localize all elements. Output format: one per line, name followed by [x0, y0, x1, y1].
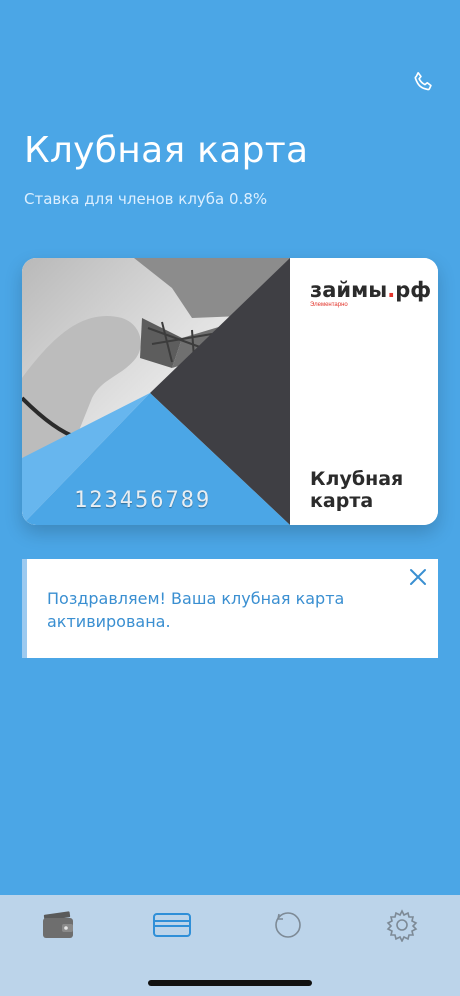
- tab-settings[interactable]: [380, 905, 424, 945]
- brand-tagline: Элементарно: [310, 302, 348, 308]
- tab-card[interactable]: [150, 905, 194, 945]
- call-button[interactable]: [408, 66, 440, 98]
- close-icon: [410, 569, 426, 585]
- phone-icon: [414, 71, 432, 91]
- history-icon: [275, 912, 301, 938]
- tab-wallet[interactable]: [36, 905, 80, 945]
- card-icon: [153, 913, 191, 937]
- gear-icon: [386, 909, 418, 942]
- club-rate-text: Ставка для членов клуба 0.8%: [24, 190, 268, 208]
- notice-text: Поздравляем! Ваша клубная карта активиро…: [47, 589, 345, 631]
- close-button[interactable]: [408, 567, 428, 587]
- page-title: Клубная карта: [24, 130, 309, 171]
- home-indicator[interactable]: [148, 980, 312, 986]
- club-card[interactable]: займы.рф Элементарно Клубная карта 12345…: [22, 258, 438, 525]
- wallet-icon: [43, 911, 73, 938]
- tab-history[interactable]: [266, 905, 310, 945]
- brand-logo: займы.рф: [310, 278, 432, 302]
- card-number: 123456789: [74, 488, 212, 513]
- card-title: Клубная карта: [310, 468, 404, 512]
- activation-notice: Поздравляем! Ваша клубная карта активиро…: [22, 559, 438, 658]
